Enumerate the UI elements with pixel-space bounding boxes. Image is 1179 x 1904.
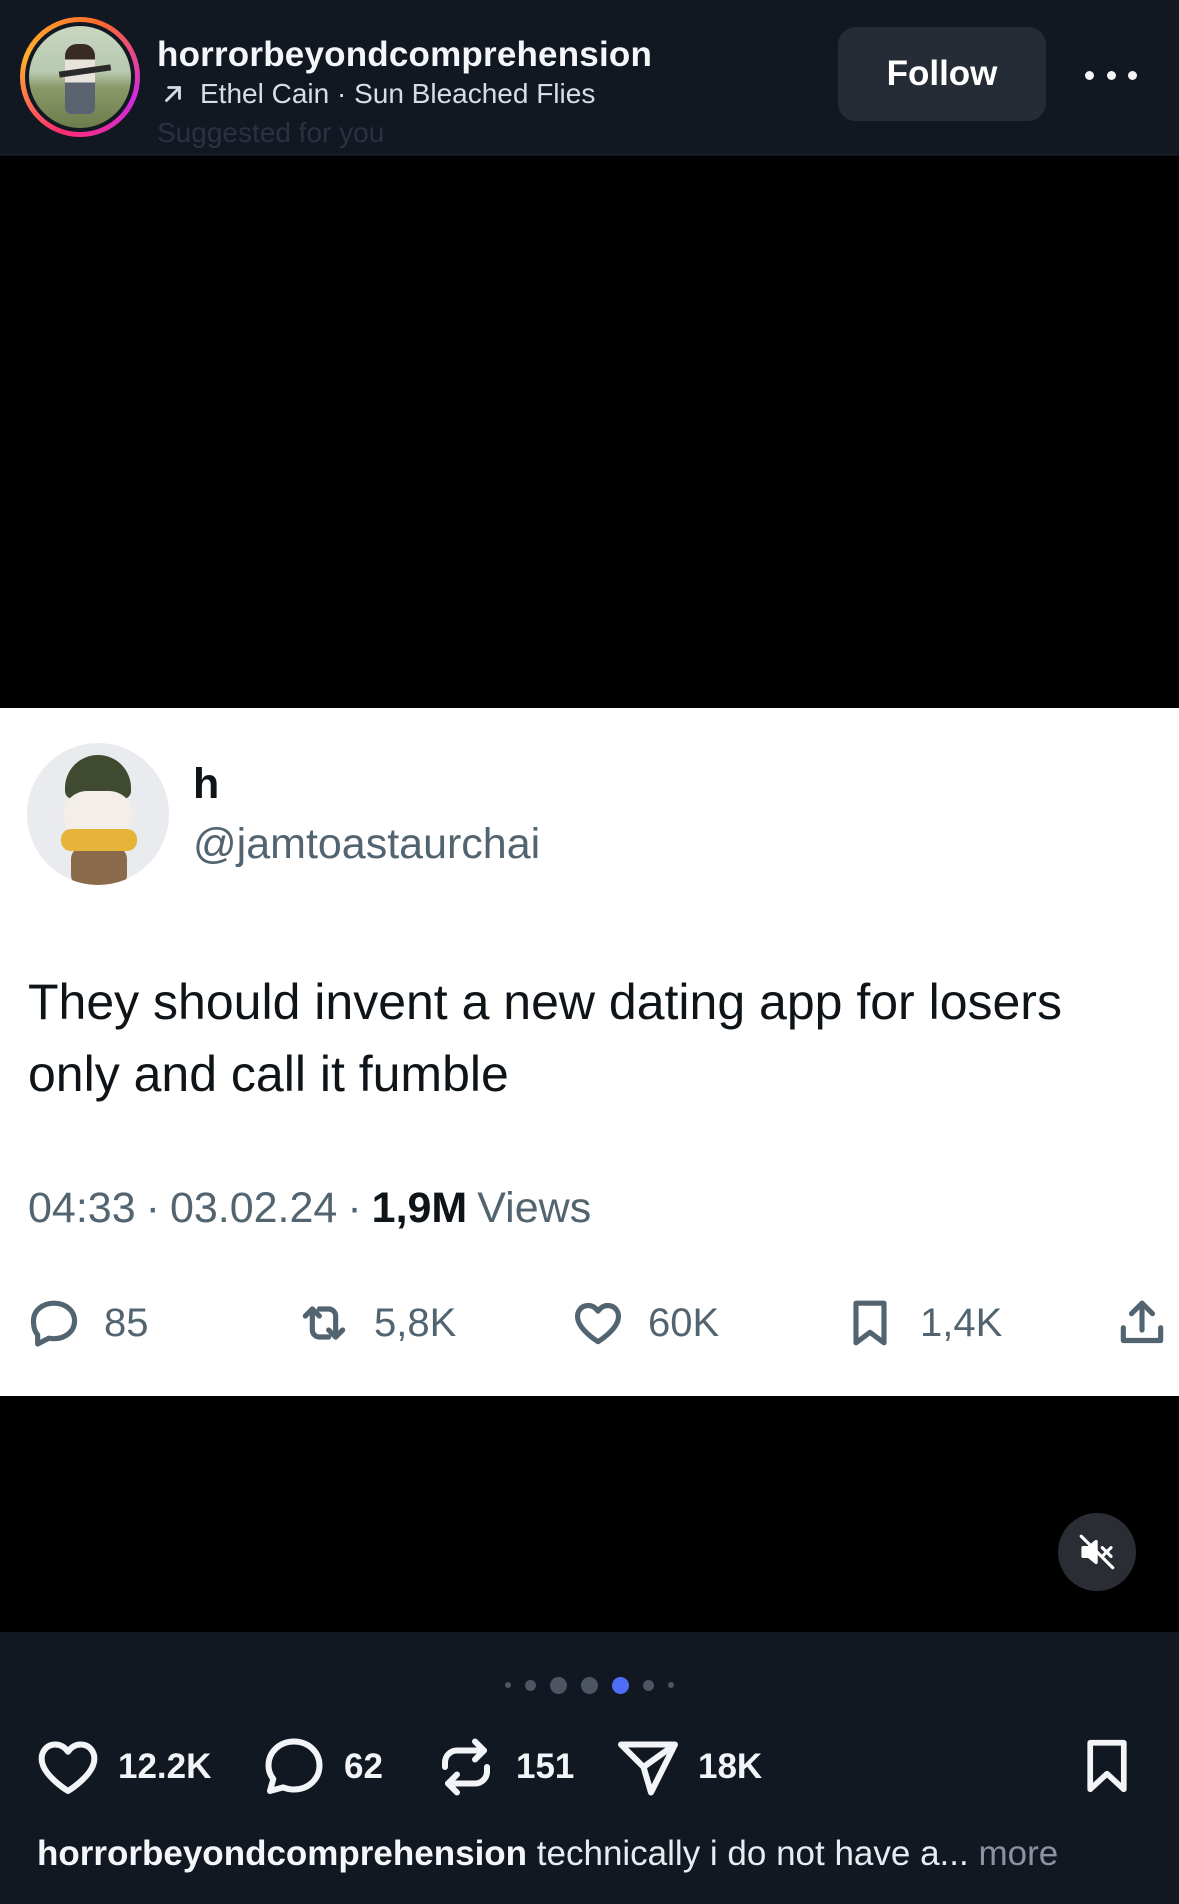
follow-button[interactable]: Follow xyxy=(838,27,1046,121)
caption-text: technically i do not have a... xyxy=(527,1834,969,1873)
music-info[interactable]: Ethel Cain · Sun Bleached Flies xyxy=(160,78,595,110)
heart-icon xyxy=(38,1741,98,1794)
arrow-up-right-icon xyxy=(165,86,181,102)
carousel-dot-active xyxy=(612,1676,629,1694)
carousel-dot xyxy=(643,1679,654,1691)
save-button[interactable] xyxy=(1076,1731,1138,1801)
bookmark-icon xyxy=(853,1300,887,1346)
muted-speaker-icon xyxy=(1079,1534,1115,1570)
post-header: horrorbeyondcomprehension Ethel Cain · S… xyxy=(0,0,1179,155)
carousel-dot xyxy=(525,1679,536,1691)
tweet-reply: 85 xyxy=(26,1283,149,1363)
tweet-handle: @jamtoastaurchai xyxy=(193,820,541,868)
tweet-bookmark: 1,4K xyxy=(842,1283,1002,1363)
tweet-share xyxy=(1114,1283,1170,1363)
like-count: 12.2K xyxy=(118,1747,212,1786)
tweet-retweet: 5,8K xyxy=(296,1283,456,1363)
comment-icon xyxy=(30,1300,78,1347)
post-caption[interactable]: horrorbeyondcomprehension technically i … xyxy=(37,1834,1157,1874)
like-button[interactable]: 12.2K xyxy=(32,1727,211,1807)
carousel-dot xyxy=(581,1676,598,1694)
music-label: Ethel Cain · Sun Bleached Flies xyxy=(200,78,596,109)
tweet-like: 60K xyxy=(570,1283,719,1363)
post-media[interactable]: h @jamtoastaurchai They should invent a … xyxy=(0,156,1179,1632)
profile-avatar[interactable] xyxy=(20,17,140,137)
share-icon xyxy=(1120,1300,1164,1344)
caption-username[interactable]: horrorbeyondcomprehension xyxy=(37,1834,527,1873)
tweet-date: 03.02.24 xyxy=(169,1184,338,1232)
tweet-display-name: h xyxy=(193,760,220,808)
tweet-meta: 04:33 · 03.02.24 · 1,9M Views xyxy=(28,1184,592,1232)
post-screen: horrorbeyondcomprehension Ethel Cain · S… xyxy=(0,0,1179,1904)
comment-button[interactable]: 62 xyxy=(258,1727,383,1807)
tweet-views-label: Views xyxy=(477,1184,592,1232)
tweet-views-count: 1,9M xyxy=(371,1184,468,1232)
carousel-indicator xyxy=(0,1675,1179,1695)
post-footer: 12.2K 62 151 18K horrorbeyondcomprehensi… xyxy=(0,1632,1179,1904)
suggested-label: Suggested for you xyxy=(157,117,385,148)
carousel-dot xyxy=(505,1682,511,1688)
send-icon xyxy=(618,1741,678,1796)
comment-count: 62 xyxy=(344,1747,383,1786)
share-count: 18K xyxy=(698,1747,763,1786)
share-button[interactable]: 18K xyxy=(612,1727,762,1807)
tweet-text: They should invent a new dating app for … xyxy=(28,974,1062,1102)
tweet-time: 04:33 xyxy=(28,1184,136,1232)
repost-button[interactable]: 151 xyxy=(430,1727,574,1807)
mute-toggle[interactable] xyxy=(1058,1513,1136,1591)
tweet-actions: 85 5,8K 60K 1,4K xyxy=(0,1283,1179,1363)
heart-icon xyxy=(574,1302,622,1345)
repost-count: 151 xyxy=(516,1747,575,1786)
repost-icon xyxy=(442,1738,490,1796)
post-username[interactable]: horrorbeyondcomprehension xyxy=(157,35,652,75)
tweet-avatar xyxy=(27,743,169,885)
comment-icon xyxy=(265,1738,323,1794)
bookmark-icon xyxy=(1087,1739,1127,1793)
avatar-image xyxy=(29,26,131,128)
carousel-dot xyxy=(668,1682,674,1688)
caption-more-link[interactable]: more xyxy=(969,1834,1058,1873)
post-actions: 12.2K 62 151 18K xyxy=(0,1727,1179,1807)
tweet-screenshot: h @jamtoastaurchai They should invent a … xyxy=(0,708,1179,1396)
repost-icon xyxy=(302,1306,346,1340)
carousel-dot xyxy=(550,1676,567,1694)
more-icon[interactable] xyxy=(1085,55,1137,95)
